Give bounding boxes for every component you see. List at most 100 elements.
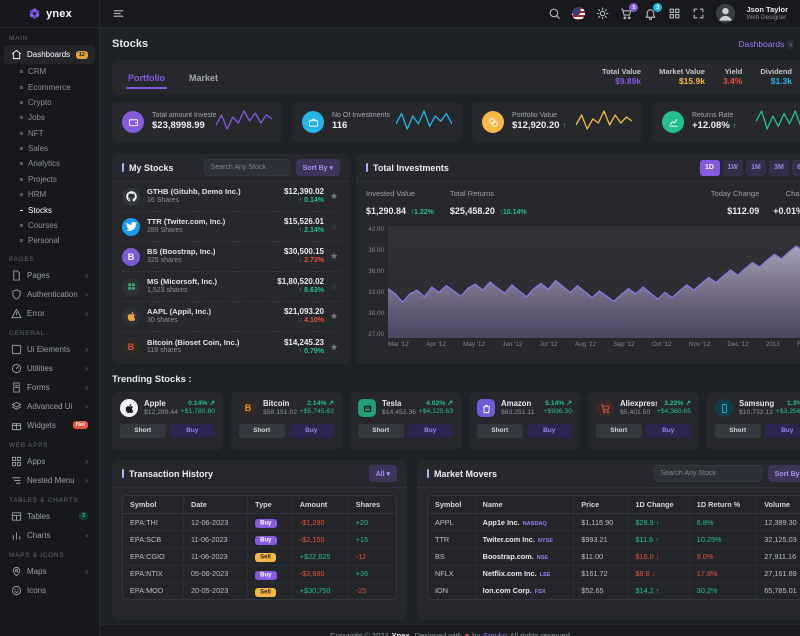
- sidebar-subitem-projects[interactable]: Projects: [0, 172, 99, 187]
- menu-toggle-icon[interactable]: [112, 7, 125, 20]
- apps-grid-icon[interactable]: [668, 7, 681, 20]
- sidebar-item-pages[interactable]: Pages›: [4, 266, 95, 285]
- sidebar-subitem-label: Jobs: [28, 113, 45, 122]
- trending-card-bitcoin: BBitcoin$58,151.022.14% ↗+$5,745.62Short…: [231, 392, 342, 450]
- favorite-star-icon[interactable]: ☆: [330, 221, 340, 232]
- table-row[interactable]: EPA:CGIO11-06-2023Sell+$22,625-12: [123, 548, 396, 565]
- tab-portfolio[interactable]: Portfolio: [126, 63, 167, 91]
- buy-button[interactable]: Buy: [289, 424, 335, 438]
- favorite-star-icon[interactable]: ★: [330, 342, 340, 353]
- stock-row-bs[interactable]: BBS (Boostrap, Inc.)325 shares$30,500.15…: [122, 242, 340, 272]
- sidebar-item-utilities[interactable]: Utilities›: [4, 359, 95, 378]
- sidebar-item-ui-elements[interactable]: Ui Elements›: [4, 340, 95, 359]
- stock-row-ttr[interactable]: TTR (Twiter.com, Inc.)289 Shares$15,526.…: [122, 212, 340, 242]
- sort-by-button[interactable]: Sort By ▾: [296, 159, 340, 176]
- stock-row-ms[interactable]: MS (Micorsoft, Inc.)1,523 shares$1,80,52…: [122, 272, 340, 302]
- table-row[interactable]: NFLXNetflix.com Inc.LSE$161.72$9.8 ↓17.8…: [428, 565, 800, 582]
- language-flag-icon[interactable]: [572, 7, 585, 20]
- favorite-star-icon[interactable]: ★: [330, 191, 340, 202]
- tab-market[interactable]: Market: [187, 63, 220, 91]
- favorite-star-icon[interactable]: ★: [330, 251, 340, 262]
- buy-button[interactable]: Buy: [765, 424, 800, 438]
- stocks-search-input[interactable]: [204, 159, 290, 176]
- favorite-star-icon[interactable]: ☆: [330, 281, 340, 292]
- brand-logo[interactable]: ynex: [0, 0, 99, 28]
- short-button[interactable]: Short: [358, 424, 404, 438]
- short-button[interactable]: Short: [239, 424, 285, 438]
- stat-card-total-amount-invested: Total amount Invested$23,8998.99: [112, 102, 282, 142]
- transaction-history-panel: Transaction History All ▾ SymbolDateType…: [112, 460, 407, 620]
- range-button-1d[interactable]: 1D: [700, 160, 720, 176]
- sidebar-subitem-crm[interactable]: CRM: [0, 64, 99, 79]
- range-button-3m[interactable]: 3M: [769, 160, 789, 176]
- user-menu[interactable]: Json Taylor Web Designer: [746, 6, 788, 22]
- transactions-table-wrap: SymbolDateTypeAmountSharesEPA:THI12-06-2…: [122, 495, 397, 600]
- sidebar-item-error[interactable]: Error›: [4, 304, 95, 323]
- sidebar-item-advanced-ui[interactable]: Advanced Ui›: [4, 397, 95, 416]
- stock-row-gthb[interactable]: GTHB (Gituhb, Demo Inc.)16 Shares$12,390…: [122, 182, 340, 212]
- sidebar-item-dashboards[interactable]: Dashboards12: [4, 45, 95, 64]
- sidebar-item-nested-menu[interactable]: Nested Menu›: [4, 471, 95, 490]
- sidebar-subitem-sales[interactable]: Sales: [0, 141, 99, 156]
- sidebar-subitem-nft[interactable]: NFT: [0, 126, 99, 141]
- table-row[interactable]: BSBoostrap.com.NSE$11.00$16.0 ↓9.0%27,91…: [428, 548, 800, 565]
- bootstrap-icon: B: [122, 248, 140, 266]
- sidebar-item-tables[interactable]: Tables3: [4, 507, 95, 526]
- sidebar-subitem-courses[interactable]: Courses: [0, 218, 99, 233]
- sidebar-subitem-hrm[interactable]: HRM: [0, 187, 99, 202]
- notifications-bell-icon[interactable]: 3: [644, 7, 657, 20]
- sidebar-item-charts[interactable]: Charts›: [4, 526, 95, 545]
- main-area: 5 3 Json Taylor Web Designer: [100, 0, 800, 636]
- sidebar-item-authentication[interactable]: Authentication›: [4, 285, 95, 304]
- box-icon: [11, 344, 22, 355]
- gauge-icon: [11, 363, 22, 374]
- vendor-link[interactable]: Spruko: [483, 631, 507, 636]
- filter-all-button[interactable]: All ▾: [369, 465, 397, 482]
- user-avatar[interactable]: [716, 4, 735, 23]
- fullscreen-icon[interactable]: [692, 7, 705, 20]
- short-button[interactable]: Short: [120, 424, 166, 438]
- buy-button[interactable]: Buy: [170, 424, 216, 438]
- sidebar-item-icons[interactable]: Icons: [4, 581, 95, 600]
- table-row[interactable]: EPA:MOD20-05-2023Sell+$30,750-25: [123, 582, 396, 599]
- buy-button[interactable]: Buy: [527, 424, 573, 438]
- sidebar-item-label: Ui Elements: [27, 345, 70, 354]
- sidebar-item-widgets[interactable]: WidgetsHot: [4, 416, 95, 435]
- short-button[interactable]: Short: [715, 424, 761, 438]
- table-row[interactable]: IONIon.com Corp.FSX$52.65$14.2 ↑30.2%65,…: [428, 582, 800, 599]
- buy-button[interactable]: Buy: [646, 424, 692, 438]
- sidebar-subitem-crypto[interactable]: Crypto: [0, 95, 99, 110]
- cart-icon[interactable]: 5: [620, 7, 633, 20]
- sidebar-subitem-stocks[interactable]: Stocks: [0, 202, 99, 217]
- sidebar-subitem-personal[interactable]: Personal: [0, 233, 99, 248]
- movers-sort-by-button[interactable]: Sort By ▾: [768, 465, 800, 482]
- short-button[interactable]: Short: [596, 424, 642, 438]
- type-badge: Buy: [255, 536, 276, 545]
- table-row[interactable]: TTRTwiter.com Inc.NYSE$993.21$11.6 ↑10.2…: [428, 531, 800, 548]
- theme-toggle-icon[interactable]: [596, 7, 609, 20]
- sidebar-item-forms[interactable]: Forms›: [4, 378, 95, 397]
- table-row[interactable]: EPA:SCB11-06-2023Buy-$2,150+15: [123, 531, 396, 548]
- breadcrumb[interactable]: Dashboards›: [738, 39, 794, 49]
- sidebar-item-maps[interactable]: Maps›: [4, 562, 95, 581]
- search-icon[interactable]: [548, 7, 561, 20]
- sidebar-subitem-ecommerce[interactable]: Ecommerce: [0, 79, 99, 94]
- sidebar-subitem-jobs[interactable]: Jobs: [0, 110, 99, 125]
- range-button-1w[interactable]: 1W: [723, 160, 744, 176]
- favorite-star-icon[interactable]: ★: [330, 311, 340, 322]
- buy-button[interactable]: Buy: [408, 424, 454, 438]
- short-button[interactable]: Short: [477, 424, 523, 438]
- sidebar-subitem-analytics[interactable]: Analytics: [0, 156, 99, 171]
- range-button-1m[interactable]: 1M: [746, 160, 766, 176]
- table-row[interactable]: EPA:NTIX05-06-2023Buy-$3,680+36: [123, 565, 396, 582]
- movers-search-input[interactable]: [654, 465, 762, 482]
- sidebar-item-apps[interactable]: Apps›: [4, 452, 95, 471]
- x-axis-tick: Mar '12: [388, 341, 409, 348]
- stock-row-bitcoin[interactable]: BBitcoin (Bioset Coin, Inc.)118 shares$1…: [122, 332, 340, 362]
- range-button-6m[interactable]: 6M: [792, 160, 800, 176]
- table-row[interactable]: EPA:THI12-06-2023Buy-$1,290+20: [123, 514, 396, 531]
- table-row[interactable]: APPLApp1e Inc.NASDAQ$1,116.90$28.9 ↑6.8%…: [428, 514, 800, 531]
- stock-row-aapl[interactable]: AAPL (Appil, Inc.)30 shares$21,093.20↓ 4…: [122, 302, 340, 332]
- sidebar-subitem-label: Crypto: [28, 98, 52, 107]
- chevron-right-icon: ›: [85, 457, 88, 466]
